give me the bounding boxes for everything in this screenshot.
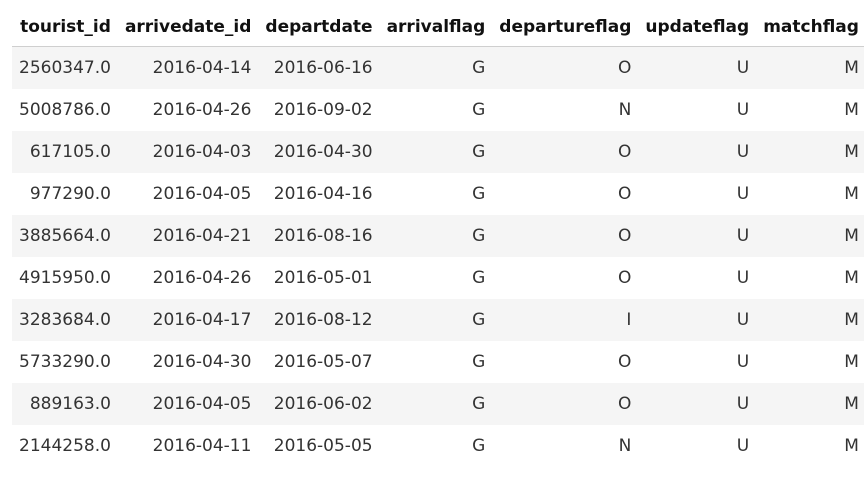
cell-arrivalflag: G bbox=[472, 58, 486, 78]
cell-departdate: 2016-04-16 bbox=[273, 184, 373, 204]
cell-arrivedate-id: 2016-04-05 bbox=[152, 394, 252, 414]
cell-updateflag: U bbox=[736, 184, 750, 204]
cell-arrivalflag: G bbox=[472, 268, 486, 288]
cell-tourist-id: 2560347.0 bbox=[19, 58, 111, 78]
cell-updateflag: U bbox=[736, 58, 750, 78]
cell-arrivedate-id: 2016-04-14 bbox=[152, 58, 252, 78]
cell-arrivalflag: G bbox=[472, 394, 486, 414]
cell-departureflag: N bbox=[618, 100, 632, 120]
cell-tourist-id: 5008786.0 bbox=[19, 100, 111, 120]
cell-departdate: 2016-04-30 bbox=[273, 142, 373, 162]
cell-departdate: 2016-09-02 bbox=[273, 100, 373, 120]
header-row: tourist_id arrivedate_id departdate arri… bbox=[12, 8, 864, 47]
cell-tourist-id: 889163.0 bbox=[29, 394, 111, 414]
cell-updateflag: U bbox=[736, 268, 750, 288]
table-row: 2560347.0 2016-04-14 2016-06-16 G O U M bbox=[12, 46, 864, 89]
cell-departdate: 2016-05-01 bbox=[273, 268, 373, 288]
cell-departdate: 2016-05-07 bbox=[273, 352, 373, 372]
column-header-matchflag: matchflag bbox=[756, 8, 864, 47]
cell-departdate: 2016-08-12 bbox=[273, 310, 373, 330]
cell-departdate: 2016-06-16 bbox=[273, 58, 373, 78]
dataframe-table: tourist_id arrivedate_id departdate arri… bbox=[12, 8, 864, 467]
cell-tourist-id: 617105.0 bbox=[29, 142, 111, 162]
cell-departureflag: O bbox=[618, 142, 632, 162]
cell-matchflag: M bbox=[844, 142, 859, 162]
cell-tourist-id: 5733290.0 bbox=[19, 352, 111, 372]
cell-matchflag: M bbox=[844, 436, 859, 456]
column-header-arrivalflag: arrivalflag bbox=[379, 8, 493, 47]
cell-tourist-id: 4915950.0 bbox=[19, 268, 111, 288]
cell-updateflag: U bbox=[736, 436, 750, 456]
cell-updateflag: U bbox=[736, 226, 750, 246]
cell-tourist-id: 3283684.0 bbox=[19, 310, 111, 330]
cell-matchflag: M bbox=[844, 184, 859, 204]
cell-arrivalflag: G bbox=[472, 100, 486, 120]
cell-matchflag: M bbox=[844, 352, 859, 372]
cell-departdate: 2016-05-05 bbox=[273, 436, 373, 456]
cell-arrivedate-id: 2016-04-26 bbox=[152, 100, 252, 120]
cell-tourist-id: 3885664.0 bbox=[19, 226, 111, 246]
table-row: 889163.0 2016-04-05 2016-06-02 G O U M bbox=[12, 383, 864, 425]
cell-departureflag: O bbox=[618, 226, 632, 246]
cell-matchflag: M bbox=[844, 268, 859, 288]
column-header-departureflag: departureflag bbox=[492, 8, 639, 47]
column-header-arrivedate-id: arrivedate_id bbox=[117, 8, 259, 47]
cell-departureflag: O bbox=[618, 352, 632, 372]
table-row: 2144258.0 2016-04-11 2016-05-05 G N U M bbox=[12, 425, 864, 467]
cell-departureflag: O bbox=[618, 184, 632, 204]
cell-arrivalflag: G bbox=[472, 352, 486, 372]
cell-arrivalflag: G bbox=[472, 184, 486, 204]
cell-matchflag: M bbox=[844, 310, 859, 330]
cell-updateflag: U bbox=[736, 100, 750, 120]
cell-updateflag: U bbox=[736, 394, 750, 414]
cell-departureflag: O bbox=[618, 58, 632, 78]
column-header-departdate: departdate bbox=[258, 8, 380, 47]
cell-departureflag: N bbox=[618, 436, 632, 456]
cell-updateflag: U bbox=[736, 310, 750, 330]
column-header-updateflag: updateflag bbox=[638, 8, 757, 47]
cell-tourist-id: 2144258.0 bbox=[19, 436, 111, 456]
cell-tourist-id: 977290.0 bbox=[29, 184, 111, 204]
cell-arrivedate-id: 2016-04-17 bbox=[152, 310, 252, 330]
cell-arrivalflag: G bbox=[472, 310, 486, 330]
dataframe-output: tourist_id arrivedate_id departdate arri… bbox=[12, 8, 864, 467]
cell-updateflag: U bbox=[736, 352, 750, 372]
cell-arrivedate-id: 2016-04-30 bbox=[152, 352, 252, 372]
table-header: tourist_id arrivedate_id departdate arri… bbox=[12, 8, 864, 47]
cell-arrivedate-id: 2016-04-21 bbox=[152, 226, 252, 246]
cell-updateflag: U bbox=[736, 142, 750, 162]
cell-matchflag: M bbox=[844, 58, 859, 78]
cell-matchflag: M bbox=[844, 100, 859, 120]
table-row: 5008786.0 2016-04-26 2016-09-02 G N U M bbox=[12, 89, 864, 131]
cell-arrivalflag: G bbox=[472, 142, 486, 162]
table-row: 617105.0 2016-04-03 2016-04-30 G O U M bbox=[12, 131, 864, 173]
cell-departureflag: O bbox=[618, 394, 632, 414]
cell-departdate: 2016-08-16 bbox=[273, 226, 373, 246]
cell-matchflag: M bbox=[844, 394, 859, 414]
cell-arrivalflag: G bbox=[472, 226, 486, 246]
cell-arrivedate-id: 2016-04-11 bbox=[152, 436, 252, 456]
cell-arrivedate-id: 2016-04-26 bbox=[152, 268, 252, 288]
cell-departdate: 2016-06-02 bbox=[273, 394, 373, 414]
table-row: 3283684.0 2016-04-17 2016-08-12 G I U M bbox=[12, 299, 864, 341]
column-header-tourist-id: tourist_id bbox=[12, 8, 118, 47]
table-row: 977290.0 2016-04-05 2016-04-16 G O U M bbox=[12, 173, 864, 215]
cell-arrivedate-id: 2016-04-03 bbox=[152, 142, 252, 162]
table-row: 3885664.0 2016-04-21 2016-08-16 G O U M bbox=[12, 215, 864, 257]
table-body: 2560347.0 2016-04-14 2016-06-16 G O U M 5008786… bbox=[12, 46, 864, 467]
cell-arrivedate-id: 2016-04-05 bbox=[152, 184, 252, 204]
cell-departureflag: I bbox=[626, 310, 632, 330]
table-row: 4915950.0 2016-04-26 2016-05-01 G O U M bbox=[12, 257, 864, 299]
cell-arrivalflag: G bbox=[472, 436, 486, 456]
table-row: 5733290.0 2016-04-30 2016-05-07 G O U M bbox=[12, 341, 864, 383]
cell-matchflag: M bbox=[844, 226, 859, 246]
cell-departureflag: O bbox=[618, 268, 632, 288]
